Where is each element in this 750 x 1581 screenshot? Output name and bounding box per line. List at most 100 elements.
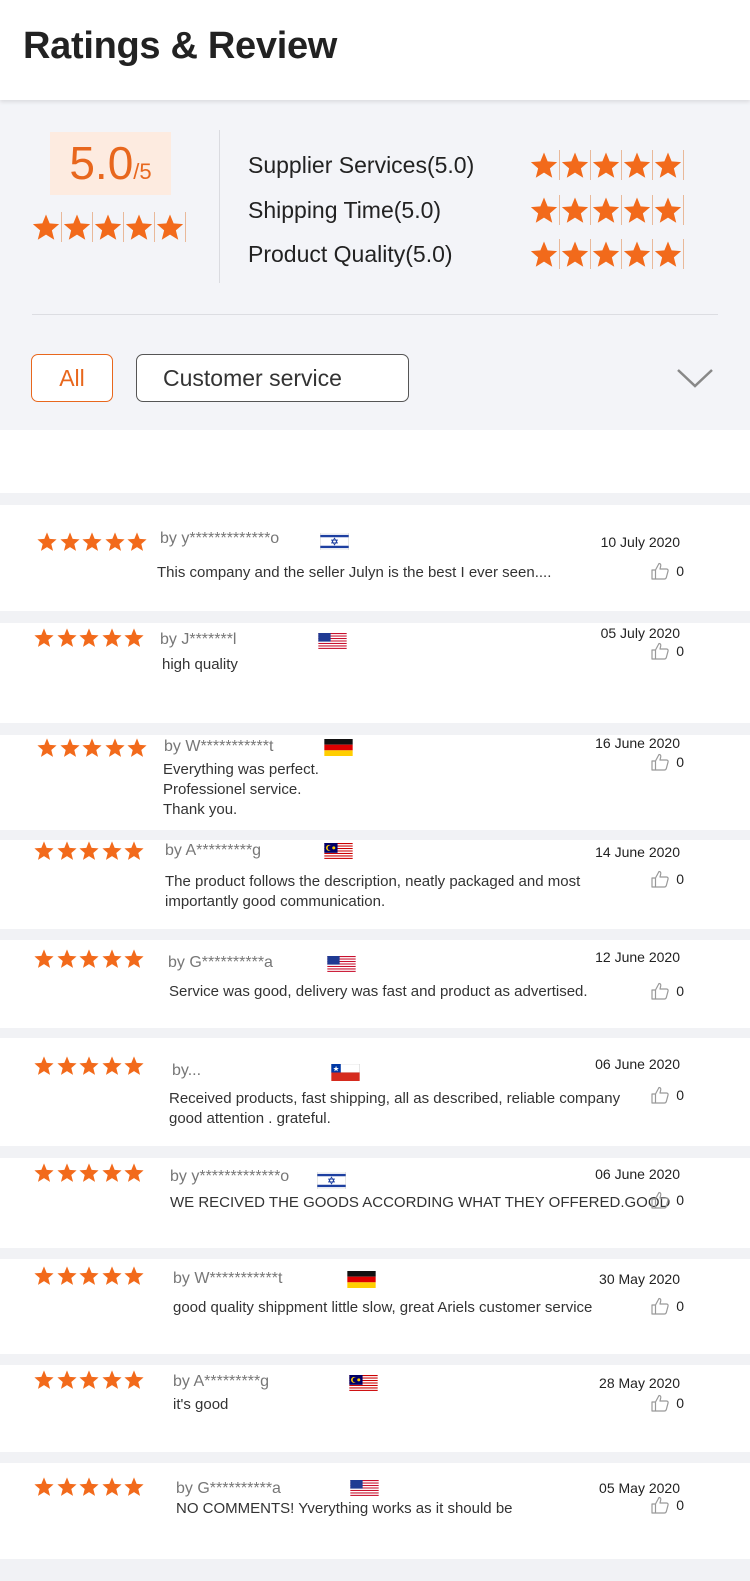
star-icon xyxy=(125,212,155,242)
star-icon xyxy=(124,1370,144,1389)
review-date: 05 May 2020 xyxy=(599,1480,680,1496)
thumbs-up-icon[interactable] xyxy=(650,869,670,889)
like-button[interactable]: 0 xyxy=(650,1085,684,1105)
like-button[interactable]: 0 xyxy=(650,561,684,581)
usa-flag xyxy=(350,1480,379,1497)
review-card: by y*************o 06 June 2020 WE RECIVED… xyxy=(0,1158,750,1248)
like-count: 0 xyxy=(676,563,684,579)
like-count: 0 xyxy=(676,871,684,887)
star-icon xyxy=(56,1163,77,1182)
thumbs-up-icon[interactable] xyxy=(650,752,670,772)
thumbs-up-icon[interactable] xyxy=(650,1296,670,1316)
review-text: The product follows the description, nea… xyxy=(165,873,581,910)
star-icon xyxy=(127,532,147,551)
review-stars xyxy=(33,1162,146,1183)
review-stars xyxy=(33,840,146,861)
star-icon xyxy=(37,532,57,551)
star-icon xyxy=(56,1056,77,1075)
like-count: 0 xyxy=(676,1497,684,1513)
star-icon xyxy=(32,212,62,242)
reviewer-name: by W***********t xyxy=(173,1270,283,1287)
star-icon xyxy=(79,628,99,647)
chevron-down-icon[interactable] xyxy=(676,366,714,390)
star-icon xyxy=(623,150,653,180)
review-text: This company and the seller Julyn is the… xyxy=(157,564,552,581)
star-icon xyxy=(56,1370,77,1389)
germany-flag xyxy=(347,1271,376,1288)
star-icon xyxy=(654,239,684,269)
star-icon xyxy=(101,1056,122,1075)
review-date: 12 June 2020 xyxy=(595,949,680,965)
reviewer-name: by y*************o xyxy=(160,530,280,547)
star-icon xyxy=(592,239,622,269)
star-icon xyxy=(561,150,591,180)
star-icon xyxy=(124,628,144,647)
reviews-list: by y*************o 10 July 2020 This compa… xyxy=(0,430,750,1581)
israel-flag xyxy=(317,1172,346,1189)
star-icon xyxy=(56,628,77,647)
like-button[interactable]: 0 xyxy=(650,641,684,661)
horizontal-divider xyxy=(32,314,718,315)
like-count: 0 xyxy=(676,1395,684,1411)
reviewer-name: by A*********g xyxy=(173,1373,270,1390)
star-icon xyxy=(530,195,560,225)
thumbs-up-icon[interactable] xyxy=(650,1085,670,1105)
malaysia-flag xyxy=(324,843,353,860)
star-icon xyxy=(59,532,80,551)
review-card: by G**********a 05 May 2020 NO COMMENTS! Y… xyxy=(0,1463,750,1559)
review-text: good quality shippment little slow, grea… xyxy=(173,1299,593,1316)
star-icon xyxy=(56,1266,77,1285)
review-card: by... 06 June 2020 Received products, fast… xyxy=(0,1038,750,1146)
star-icon xyxy=(34,1477,54,1496)
like-button[interactable]: 0 xyxy=(650,1393,684,1413)
star-icon xyxy=(56,841,77,860)
review-card: by G**********a 12 June 2020 Service was g… xyxy=(0,940,750,1028)
like-count: 0 xyxy=(676,754,684,770)
like-button[interactable]: 0 xyxy=(650,1495,684,1515)
star-icon xyxy=(79,949,99,968)
review-card: by A*********g 28 May 2020 it's good 0 xyxy=(0,1365,750,1452)
thumbs-up-icon[interactable] xyxy=(650,1393,670,1413)
review-date: 05 July 2020 xyxy=(600,625,680,641)
review-text: Everything was perfect. Professionel ser… xyxy=(163,761,319,818)
like-button[interactable]: 0 xyxy=(650,869,684,889)
filter-customer-service-button[interactable]: Customer service xyxy=(136,354,409,402)
star-icon xyxy=(82,738,102,757)
criterion-stars xyxy=(529,239,684,269)
review-date: 30 May 2020 xyxy=(599,1271,680,1287)
like-button[interactable]: 0 xyxy=(650,981,684,1001)
thumbs-up-icon[interactable] xyxy=(650,1495,670,1515)
review-stars xyxy=(33,1369,146,1390)
star-icon xyxy=(101,1266,122,1285)
like-button[interactable]: 0 xyxy=(650,1296,684,1316)
star-icon xyxy=(82,532,102,551)
thumbs-up-icon[interactable] xyxy=(650,981,670,1001)
review-date: 10 July 2020 xyxy=(600,534,680,550)
like-count: 0 xyxy=(676,643,684,659)
reviewer-name: by G**********a xyxy=(168,954,273,971)
page-title: Ratings & Review xyxy=(23,25,338,67)
thumbs-up-icon[interactable] xyxy=(650,641,670,661)
rating-summary: 5.0/5 Supplier Services(5.0) Shipping Ti… xyxy=(0,100,750,430)
thumbs-up-icon[interactable] xyxy=(650,1190,670,1210)
star-icon xyxy=(124,1266,144,1285)
israel-flag xyxy=(320,533,349,550)
like-button[interactable]: 0 xyxy=(650,1190,684,1210)
usa-flag xyxy=(318,633,347,650)
star-icon xyxy=(79,1163,99,1182)
filter-all-button[interactable]: All xyxy=(31,354,113,402)
star-icon xyxy=(156,212,186,242)
thumbs-up-icon[interactable] xyxy=(650,561,670,581)
review-card: by W***********t 16 June 2020 Everything w… xyxy=(0,735,750,830)
star-icon xyxy=(79,1477,99,1496)
like-count: 0 xyxy=(676,1298,684,1314)
reviewer-name: by A*********g xyxy=(165,842,262,859)
review-stars xyxy=(36,531,149,552)
star-icon xyxy=(34,1163,54,1182)
star-icon xyxy=(101,1163,122,1182)
star-icon xyxy=(79,1370,99,1389)
like-button[interactable]: 0 xyxy=(650,752,684,772)
star-icon xyxy=(561,195,591,225)
star-icon xyxy=(101,949,122,968)
malaysia-flag xyxy=(349,1375,378,1392)
